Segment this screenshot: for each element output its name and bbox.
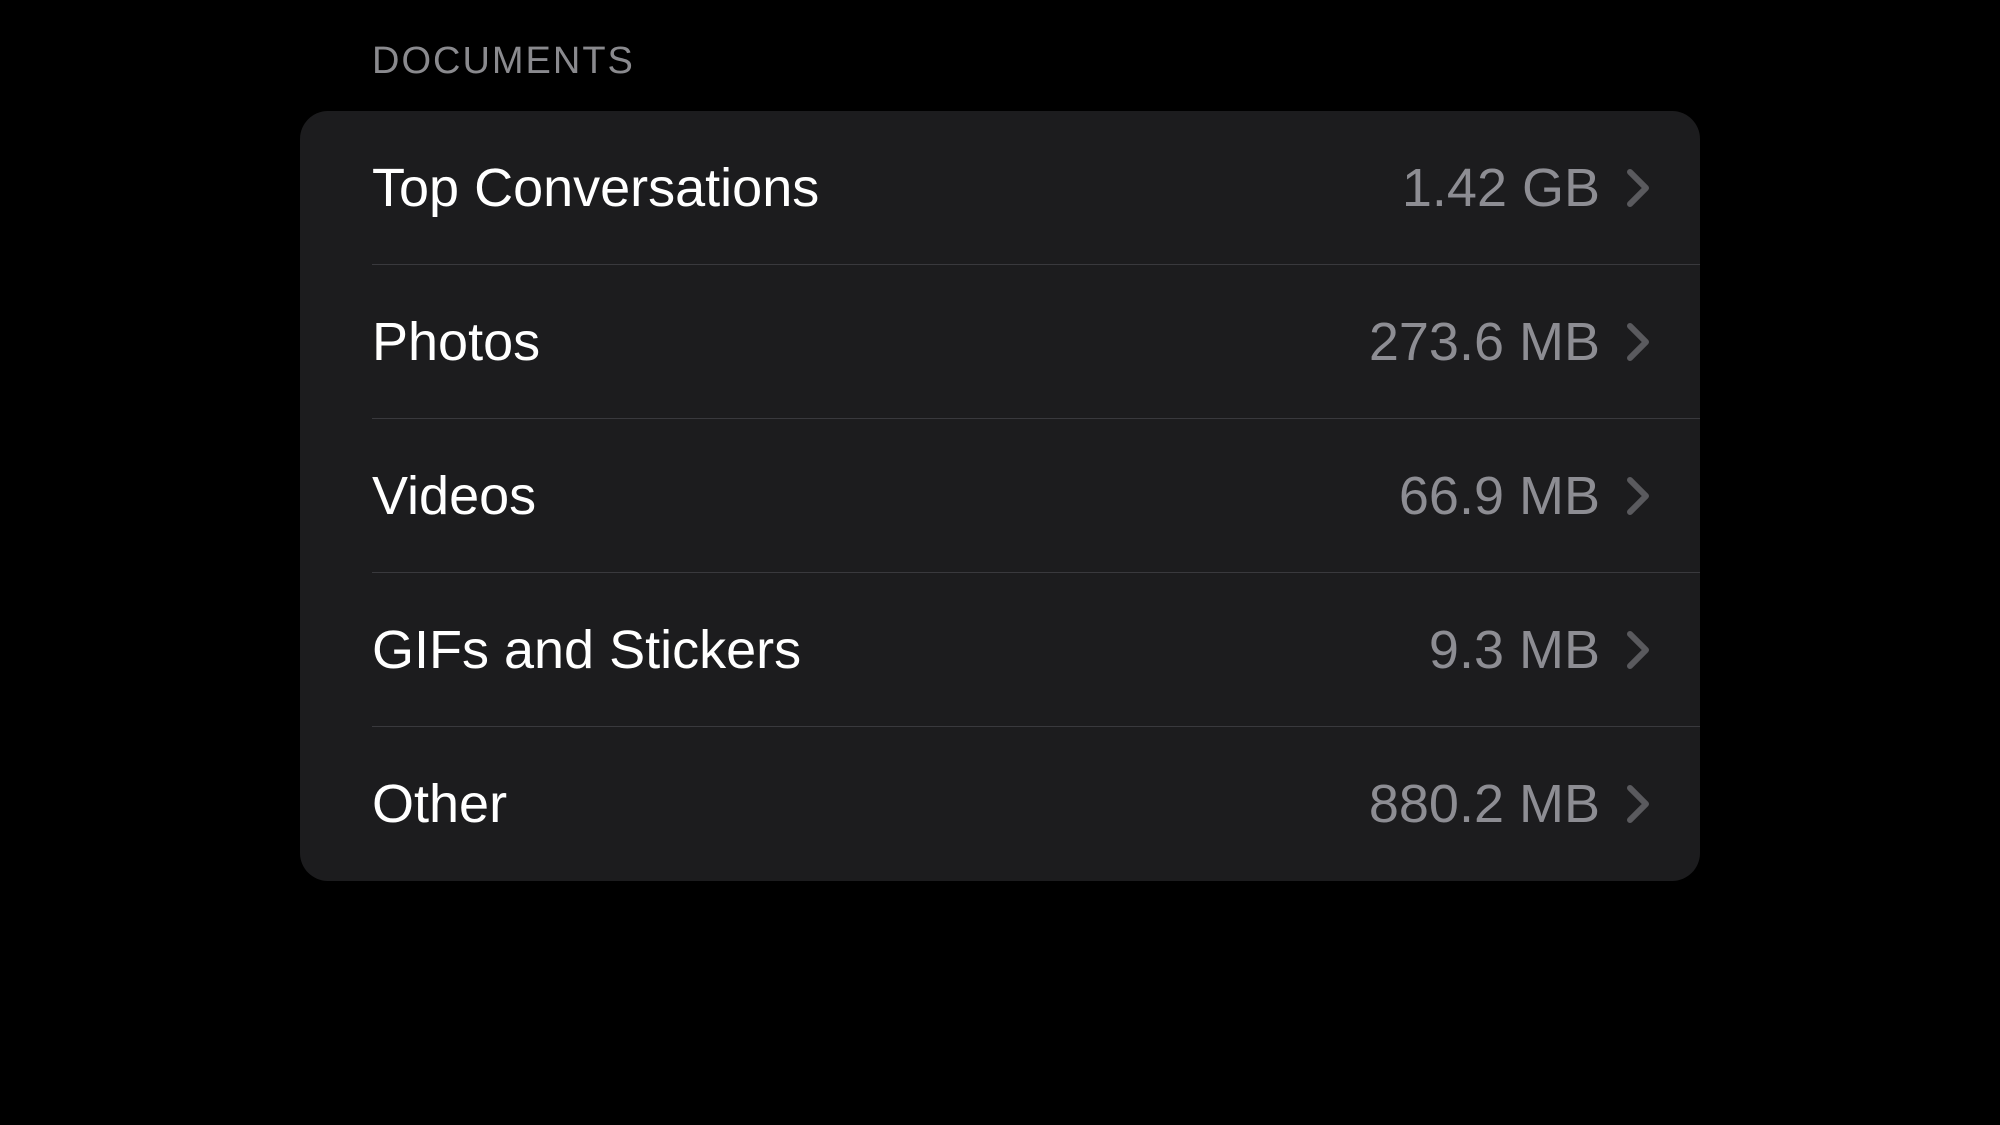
section-header: Documents [372,40,1700,83]
chevron-right-icon [1626,630,1650,670]
documents-section: Documents Top Conversations 1.42 GB Phot… [300,40,1700,881]
item-value: 273.6 MB [1369,311,1600,373]
chevron-right-icon [1626,784,1650,824]
item-value: 9.3 MB [1429,619,1600,681]
chevron-right-icon [1626,476,1650,516]
documents-list: Top Conversations 1.42 GB Photos 273.6 M… [300,111,1700,881]
item-label: Videos [372,465,1399,527]
chevron-right-icon [1626,322,1650,362]
list-item-other[interactable]: Other 880.2 MB [300,727,1700,881]
chevron-right-icon [1626,168,1650,208]
item-label: Top Conversations [372,157,1402,219]
list-item-photos[interactable]: Photos 273.6 MB [300,265,1700,419]
list-item-top-conversations[interactable]: Top Conversations 1.42 GB [300,111,1700,265]
item-label: Photos [372,311,1369,373]
list-item-videos[interactable]: Videos 66.9 MB [300,419,1700,573]
item-label: Other [372,773,1369,835]
item-value: 1.42 GB [1402,157,1600,219]
item-value: 880.2 MB [1369,773,1600,835]
item-label: GIFs and Stickers [372,619,1429,681]
item-value: 66.9 MB [1399,465,1600,527]
list-item-gifs-stickers[interactable]: GIFs and Stickers 9.3 MB [300,573,1700,727]
